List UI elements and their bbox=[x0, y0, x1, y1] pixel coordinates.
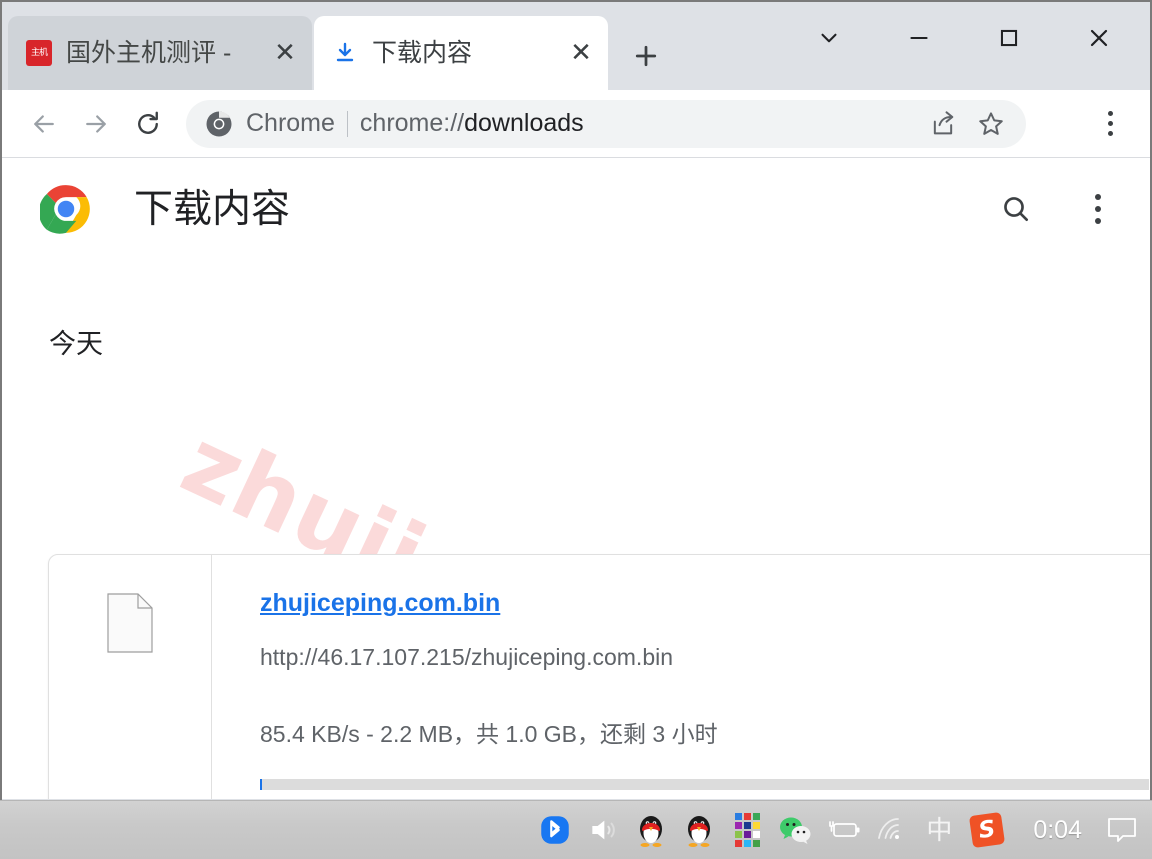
square bbox=[752, 831, 760, 838]
share-icon[interactable] bbox=[922, 103, 964, 145]
square bbox=[734, 822, 742, 829]
page-title: 下载内容 bbox=[134, 187, 291, 231]
dot bbox=[1095, 206, 1101, 212]
download-item-card[interactable]: zhujiceping.com.bin http://46.17.107.215… bbox=[48, 554, 1150, 799]
browser-menu-icon[interactable] bbox=[1086, 100, 1134, 148]
qq-icon[interactable] bbox=[675, 806, 723, 854]
square bbox=[752, 822, 760, 829]
browser-toolbar: Chrome chrome://downloads bbox=[2, 90, 1150, 158]
square bbox=[743, 840, 751, 847]
download-progress-bar bbox=[260, 779, 1149, 790]
square bbox=[734, 813, 742, 820]
dot bbox=[1095, 218, 1101, 224]
dot bbox=[1107, 131, 1113, 136]
tab-downloads[interactable]: 下载内容 ✕ bbox=[314, 16, 608, 90]
sogou-label: S bbox=[969, 811, 1006, 849]
system-tray: 中 S 0:04 bbox=[531, 806, 1146, 854]
downloads-page: zhujiceping.com 下载内容 bbox=[2, 158, 1150, 799]
color-squares-icon[interactable] bbox=[723, 806, 771, 854]
new-tab-button[interactable] bbox=[624, 34, 668, 78]
maximize-icon[interactable] bbox=[964, 10, 1054, 66]
download-progress-fill bbox=[260, 779, 262, 790]
square bbox=[752, 813, 760, 820]
tab-site[interactable]: 主机 国外主机测评 - ✕ bbox=[8, 16, 312, 90]
download-status-text: 85.4 KB/s - 2.2 MB，共 1.0 GB，还剩 3 小时 bbox=[260, 721, 718, 747]
square bbox=[734, 831, 742, 838]
omnibox-url: chrome://downloads bbox=[359, 109, 584, 137]
sogou-input-icon[interactable]: S bbox=[963, 806, 1011, 854]
tab-close-icon[interactable]: ✕ bbox=[268, 36, 302, 70]
search-icon[interactable] bbox=[994, 187, 1038, 231]
download-item-details: zhujiceping.com.bin http://46.17.107.215… bbox=[212, 555, 1150, 799]
volume-icon[interactable] bbox=[579, 806, 627, 854]
tab-strip: 主机 国外主机测评 - ✕ 下载内容 ✕ bbox=[2, 2, 1150, 90]
notification-bubble-icon[interactable] bbox=[1098, 806, 1146, 854]
dot bbox=[1107, 111, 1113, 116]
generic-file-icon bbox=[107, 593, 153, 653]
close-window-icon[interactable] bbox=[1054, 10, 1144, 66]
date-group-heading: 今天 bbox=[49, 329, 103, 359]
dot bbox=[1107, 121, 1113, 126]
wifi-icon[interactable] bbox=[867, 806, 915, 854]
bookmark-star-icon[interactable] bbox=[970, 103, 1012, 145]
chrome-logo-icon bbox=[38, 183, 92, 235]
tab-title: 国外主机测评 - bbox=[66, 39, 232, 67]
download-icon-column bbox=[49, 555, 212, 799]
square bbox=[752, 840, 760, 847]
taskbar-clock[interactable]: 0:04 bbox=[1011, 816, 1098, 845]
omnibox-actions bbox=[908, 103, 1012, 145]
tab-search-chevron-down-icon[interactable] bbox=[784, 10, 874, 66]
square bbox=[743, 831, 751, 838]
browser-window: 主机 国外主机测评 - ✕ 下载内容 ✕ Chrome chrome://dow… bbox=[0, 0, 1152, 800]
screen: 主机 国外主机测评 - ✕ 下载内容 ✕ Chrome chrome://dow… bbox=[0, 0, 1152, 859]
chrome-page-icon bbox=[204, 109, 234, 139]
color-squares-grid bbox=[734, 813, 760, 847]
wechat-icon[interactable] bbox=[771, 806, 819, 854]
site-favicon-icon: 主机 bbox=[26, 40, 52, 66]
window-controls bbox=[784, 10, 1144, 66]
dot bbox=[1095, 194, 1101, 200]
omnibox-chip-label: Chrome bbox=[246, 109, 335, 137]
tab-title: 下载内容 bbox=[372, 39, 473, 67]
download-arrow-icon bbox=[332, 40, 358, 66]
downloads-menu-icon[interactable] bbox=[1076, 187, 1120, 231]
qq-icon[interactable] bbox=[627, 806, 675, 854]
ime-label: 中 bbox=[926, 815, 953, 845]
address-bar[interactable]: Chrome chrome://downloads bbox=[186, 99, 1026, 148]
omnibox-separator bbox=[346, 110, 348, 137]
minimize-icon[interactable] bbox=[874, 10, 964, 66]
forward-arrow-icon[interactable] bbox=[70, 98, 122, 150]
square bbox=[743, 822, 751, 829]
square bbox=[743, 813, 751, 820]
reload-icon[interactable] bbox=[122, 98, 174, 150]
square bbox=[734, 840, 742, 847]
downloads-header: 下载内容 bbox=[2, 158, 1150, 260]
windows-taskbar: 中 S 0:04 bbox=[0, 800, 1152, 859]
ime-indicator-icon[interactable]: 中 bbox=[915, 806, 963, 854]
downloads-header-actions bbox=[994, 187, 1120, 231]
back-arrow-icon[interactable] bbox=[18, 98, 70, 150]
download-file-link[interactable]: zhujiceping.com.bin bbox=[260, 589, 500, 618]
download-source-url: http://46.17.107.215/zhujiceping.com.bin bbox=[260, 644, 674, 670]
bluetooth-icon[interactable] bbox=[531, 806, 579, 854]
battery-charging-icon[interactable] bbox=[819, 806, 867, 854]
tab-close-icon[interactable]: ✕ bbox=[564, 36, 598, 70]
